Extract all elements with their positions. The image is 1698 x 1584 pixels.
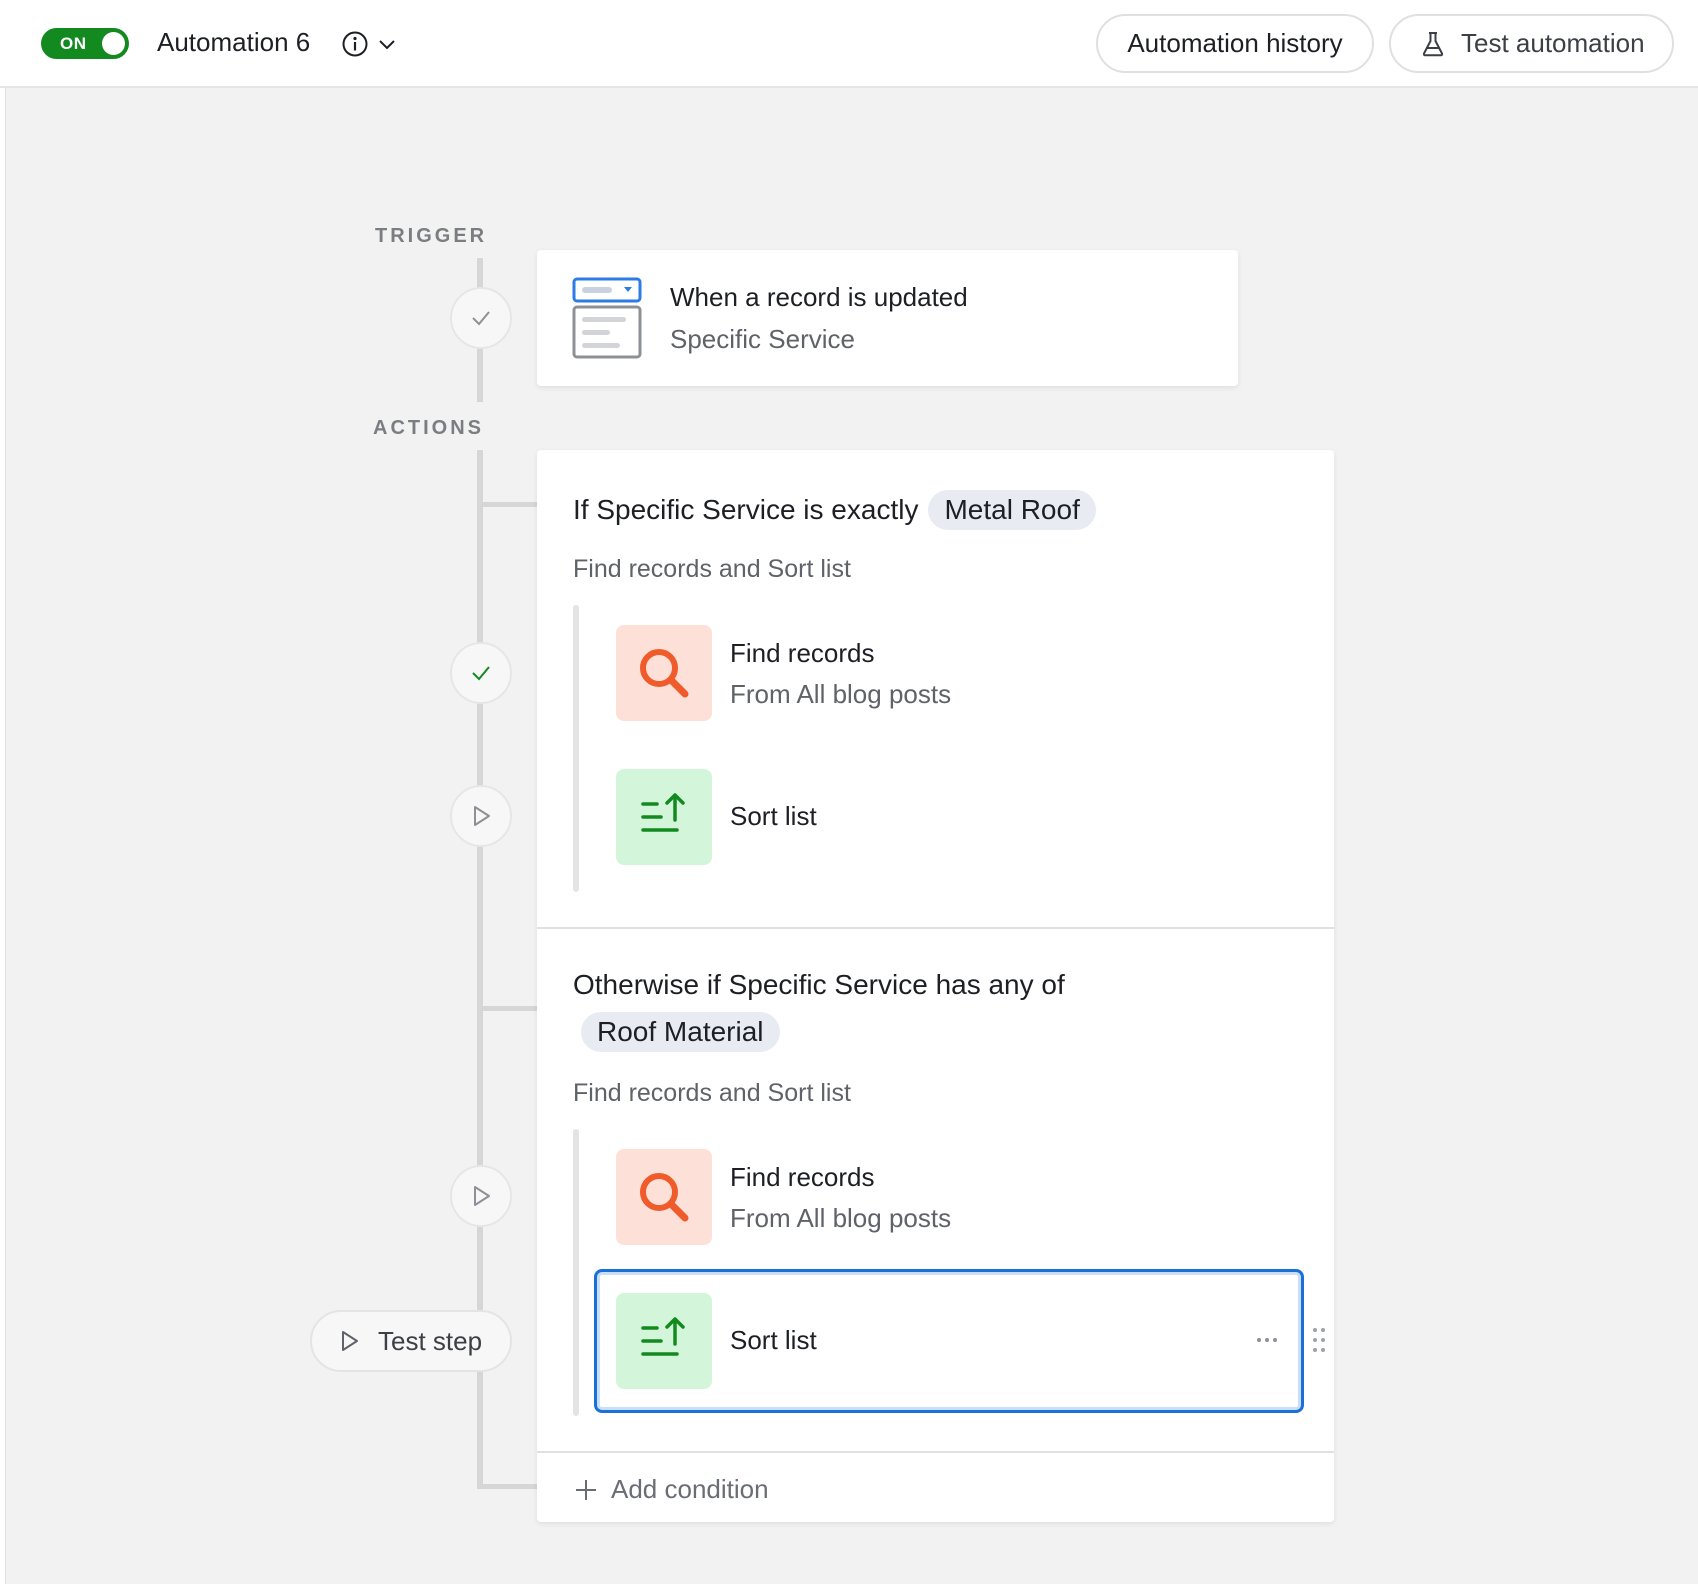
condition-1-branch-bar (573, 605, 579, 892)
add-condition-divider (537, 1451, 1334, 1453)
condition-1-prefix: If Specific Service is exactly (573, 494, 919, 525)
automation-history-label: Automation history (1127, 28, 1343, 58)
automation-history-button[interactable]: Automation history (1096, 14, 1374, 73)
condition-2-sort-title[interactable]: Sort list (730, 1325, 817, 1356)
rail-branch-2 (477, 1006, 537, 1011)
check-icon (472, 311, 490, 326)
sort-ascending-icon (641, 1317, 685, 1356)
trigger-section-label: TRIGGER (375, 225, 488, 247)
flask-icon (1422, 31, 1444, 56)
condition-1-summary: Find records and Sort list (573, 555, 851, 583)
trigger-status-node (450, 287, 512, 349)
trigger-card[interactable]: When a record is updated Specific Servic… (537, 250, 1238, 386)
condition-2-find-title[interactable]: Find records (730, 1162, 875, 1193)
condition-1-sort-title[interactable]: Sort list (730, 801, 817, 832)
automation-name[interactable]: Automation 6 (157, 27, 310, 58)
condition-2-branch-bar (573, 1129, 579, 1416)
play-icon (474, 1186, 490, 1206)
condition-1-find-subtitle: From All blog posts (730, 679, 952, 709)
rail-branch-end (477, 1484, 537, 1489)
actions-section-label: ACTIONS (373, 417, 484, 439)
conditional-actions-card: If Specific Service is exactly Metal Roo… (537, 450, 1334, 1522)
condition-2-value-pill[interactable]: Roof Material (581, 1012, 780, 1052)
test-step-label: Test step (378, 1325, 483, 1356)
left-edge (0, 0, 6, 1584)
trigger-subtitle: Specific Service (670, 324, 855, 354)
condition-1-title[interactable]: If Specific Service is exactly Metal Roo… (573, 490, 1096, 530)
sort-list-run-node[interactable] (450, 785, 512, 847)
test-automation-label: Test automation (1461, 28, 1645, 58)
sort-list-step-icon[interactable] (616, 1293, 712, 1389)
drag-handle-icon[interactable] (1311, 1326, 1327, 1354)
find-records-step-icon[interactable] (616, 1149, 712, 1245)
add-condition-label: Add condition (611, 1474, 769, 1504)
trigger-title: When a record is updated (670, 282, 968, 312)
search-icon (640, 1173, 689, 1222)
test-step-button[interactable]: Test step (310, 1310, 512, 1372)
find-records-run-node[interactable] (450, 1165, 512, 1227)
search-icon (640, 649, 689, 698)
sort-ascending-icon (641, 793, 685, 832)
add-condition-button[interactable]: Add condition (573, 1474, 769, 1505)
record-form-icon (572, 277, 642, 359)
rail-branch-1 (477, 502, 537, 507)
test-automation-button[interactable]: Test automation (1389, 14, 1674, 73)
plus-icon (576, 1479, 596, 1500)
condition-1-value-pill: Metal Roof (928, 490, 1096, 530)
condition-2-find-subtitle: From All blog posts (730, 1203, 952, 1233)
check-icon (472, 666, 490, 681)
sort-list-step-icon[interactable] (616, 769, 712, 865)
condition-2-value-wrap: Roof Material (581, 1012, 780, 1052)
more-options-icon[interactable] (1255, 1328, 1279, 1352)
toggle-label: ON (60, 34, 87, 53)
condition-1-find-title[interactable]: Find records (730, 638, 875, 669)
top-bar: ON Automation 6 Automation history Test … (0, 0, 1698, 88)
info-icon[interactable] (341, 30, 369, 58)
condition-2-summary: Find records and Sort list (573, 1079, 851, 1107)
toggle-knob (102, 32, 125, 55)
chevron-down-icon[interactable] (376, 33, 398, 55)
condition-divider (537, 927, 1334, 929)
find-records-status-node (450, 642, 512, 704)
play-icon (342, 1331, 358, 1351)
condition-2-title[interactable]: Otherwise if Specific Service has any of (573, 969, 1065, 1001)
play-icon (474, 806, 490, 826)
find-records-step-icon[interactable] (616, 625, 712, 721)
automation-on-toggle[interactable]: ON (41, 28, 129, 59)
